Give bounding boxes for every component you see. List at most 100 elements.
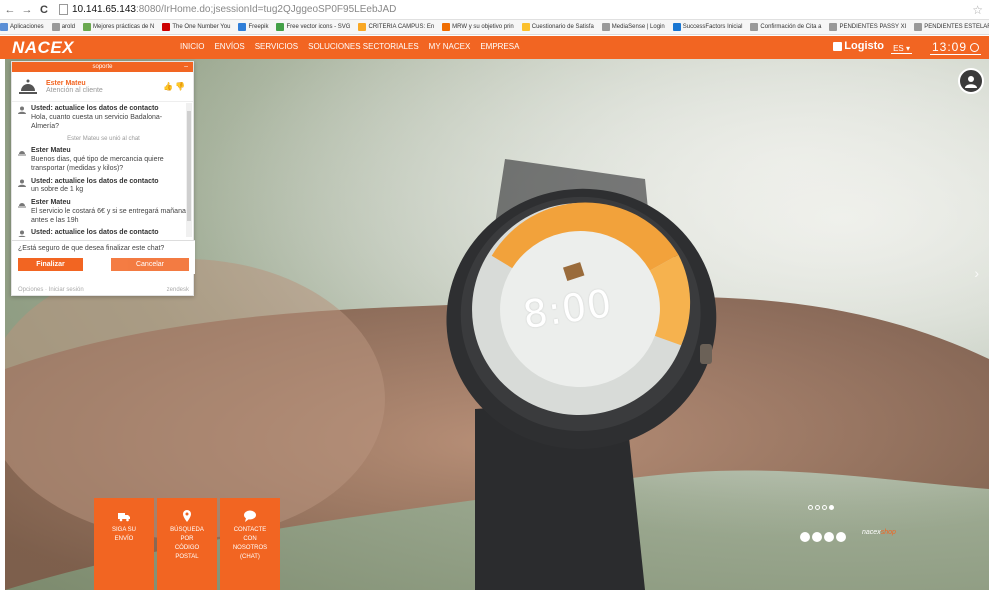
chat-title: soporte xyxy=(92,64,113,70)
carousel-dot[interactable] xyxy=(808,505,813,510)
message-text: Buenos dias, qué tipo de mercancia quier… xyxy=(31,156,164,172)
nacexshop-brand-a: nacex xyxy=(862,529,881,536)
user-icon xyxy=(965,76,977,88)
forward-arrow-icon[interactable]: → xyxy=(20,4,34,16)
message-author: Usted: actualice los datos de contacto xyxy=(31,229,159,237)
chat-agent-info: Ester Mateu Atención al cliente 👍👎 xyxy=(12,72,193,102)
chat-scrollbar[interactable] xyxy=(186,103,192,237)
nav-item[interactable]: MY NACEX xyxy=(429,42,471,51)
bookmark-item[interactable]: Cuestionario de Satisfa xyxy=(521,23,594,31)
bookmark-favicon-icon xyxy=(521,23,530,31)
quick-access-tiles: SIGA SU ENVÍO BÚSQUEDA POR CÓDIGO POSTAL C… xyxy=(94,498,280,590)
carousel-next-arrow-icon[interactable]: › xyxy=(974,265,979,281)
logisto-icon xyxy=(833,41,843,51)
bookmark-item[interactable]: PENDIENTES ESTELAR xyxy=(914,23,989,31)
bookmark-item[interactable]: Free vector icons - SVG xyxy=(276,23,350,31)
linkedin-icon[interactable] xyxy=(800,532,810,542)
bookmark-star-icon[interactable]: ☆ xyxy=(972,3,983,17)
bookmark-favicon-icon xyxy=(442,23,451,31)
bookmark-item[interactable]: Confirmación de Cita a xyxy=(750,23,821,31)
bookmark-favicon-icon xyxy=(601,23,610,31)
end-chat-confirmation: ¿Está seguro de que desea finalizar este… xyxy=(12,240,195,275)
bookmark-item[interactable]: PENDIENTES PASSY XI xyxy=(829,23,906,31)
language-selector[interactable]: ES ▾ xyxy=(891,44,912,54)
quick-tile[interactable]: CONTACTE CON NOSOTROS (CHAT) xyxy=(220,498,280,590)
nacexshop-brand-b: shop xyxy=(880,529,896,536)
url-path[interactable]: :8080/IrHome.do;jsessionId=tug2QJggeoSP0… xyxy=(136,4,396,15)
quick-tile-label: SIGA SU ENVÍO xyxy=(111,527,136,542)
clock-display: 13:09 xyxy=(929,40,981,55)
minimize-icon[interactable]: – xyxy=(184,62,188,72)
confirm-question: ¿Está seguro de que desea finalizar este… xyxy=(18,245,165,252)
nav-item[interactable]: SOLUCIONES SECTORIALES xyxy=(308,42,419,51)
quick-tile-label: BÚSQUEDA POR CÓDIGO POSTAL xyxy=(170,527,204,560)
bookmark-favicon-icon xyxy=(83,23,92,31)
bookmark-item[interactable]: MediaSense | Login xyxy=(601,23,665,31)
bookmark-item[interactable]: The One Number You xyxy=(162,23,230,31)
carousel-dot[interactable] xyxy=(815,505,820,510)
location-pin-icon xyxy=(157,510,217,522)
quick-tile[interactable]: BÚSQUEDA POR CÓDIGO POSTAL xyxy=(157,498,217,590)
nacexshop-logo[interactable]: nacexshop xyxy=(862,529,896,536)
chat-header[interactable]: soporte – xyxy=(12,62,193,72)
bookmark-item[interactable]: Aplicaciones xyxy=(0,23,44,31)
carousel-dot[interactable] xyxy=(829,505,834,510)
bookmark-label: MediaSense | Login xyxy=(611,24,665,30)
nav-item[interactable]: SERVICIOS xyxy=(255,42,298,51)
nacex-logo[interactable]: NACEX xyxy=(12,38,74,58)
cancel-button[interactable]: Cancelar xyxy=(111,258,189,272)
chat-message: Ester Mateu Buenos dias, qué tipo de merc… xyxy=(12,145,195,175)
message-author: Ester Mateu xyxy=(31,147,71,155)
truck-icon xyxy=(94,510,154,522)
nav-item[interactable]: ENVÍOS xyxy=(214,42,244,51)
bookmark-label: Mejores prácticas de N xyxy=(93,24,155,30)
chat-messages: Usted: actualice los datos de contacto Ho… xyxy=(12,103,195,237)
carousel-dots xyxy=(808,505,834,510)
bookmark-favicon-icon xyxy=(238,23,247,31)
rating-icons[interactable]: 👍👎 xyxy=(163,82,187,91)
twitter-icon[interactable] xyxy=(812,532,822,542)
user-icon xyxy=(18,106,26,114)
bookmark-favicon-icon xyxy=(276,23,285,31)
chat-options-link[interactable]: Opciones · Iniciar sesión xyxy=(18,287,84,297)
rss-icon[interactable] xyxy=(836,532,846,542)
clock-icon xyxy=(970,42,979,52)
bookmark-item[interactable]: SuccessFactors Inicial xyxy=(672,23,742,31)
bookmark-favicon-icon xyxy=(914,23,923,31)
finish-chat-button[interactable]: Finalizar xyxy=(18,258,83,272)
zendesk-link[interactable]: zendesk xyxy=(167,287,189,297)
url-host[interactable]: 10.141.65.143 xyxy=(72,4,136,15)
reload-icon[interactable]: C xyxy=(37,4,51,16)
bookmark-label: Freepik xyxy=(248,24,269,30)
agent-bell-icon xyxy=(18,148,26,156)
chat-footer: Opciones · Iniciar sesión zendesk xyxy=(12,287,195,297)
message-author: Ester Mateu xyxy=(31,199,71,206)
bookmark-item[interactable]: arold xyxy=(51,23,75,31)
chat-system-note: Ester Mateu se unió al chat xyxy=(67,136,140,143)
bookmark-favicon-icon xyxy=(829,23,838,31)
message-author: Usted: actualice los datos de contacto xyxy=(31,177,159,185)
bookmark-item[interactable]: Mejores prácticas de N xyxy=(83,23,154,31)
back-arrow-icon[interactable]: ← xyxy=(3,4,17,16)
bookmark-label: CRITERIA CAMPUS: En xyxy=(368,24,435,30)
bookmark-label: PENDIENTES ESTELAR xyxy=(924,24,989,30)
quick-tile[interactable]: SIGA SU ENVÍO xyxy=(94,498,154,590)
bookmark-label: Cuestionario de Satisfa xyxy=(531,24,594,30)
bookmark-item[interactable]: MRW y su objetivo prin xyxy=(442,23,514,31)
carousel-dot[interactable] xyxy=(822,505,827,510)
bookmark-label: Confirmación de Cita a xyxy=(760,24,822,30)
bookmark-favicon-icon xyxy=(750,23,759,31)
chat-message: Usted: actualice los datos de contacto xyxy=(12,227,195,237)
bookmark-item[interactable]: Freepik xyxy=(238,23,268,31)
youtube-icon[interactable] xyxy=(824,532,834,542)
logisto-label: Logisto xyxy=(844,40,884,52)
bookmark-label: Aplicaciones xyxy=(10,24,44,30)
nav-item[interactable]: INICIO xyxy=(180,42,204,51)
bookmark-favicon-icon xyxy=(672,23,681,31)
chat-scrollbar-thumb[interactable] xyxy=(187,111,191,221)
bookmarks-bar: Aplicaciones arold Mejores prácticas de N T… xyxy=(0,20,989,35)
logisto-link[interactable]: Logisto xyxy=(833,40,884,52)
user-profile-button[interactable] xyxy=(958,68,984,94)
nav-item[interactable]: EMPRESA xyxy=(480,42,519,51)
bookmark-item[interactable]: CRITERIA CAMPUS: En xyxy=(358,23,434,31)
